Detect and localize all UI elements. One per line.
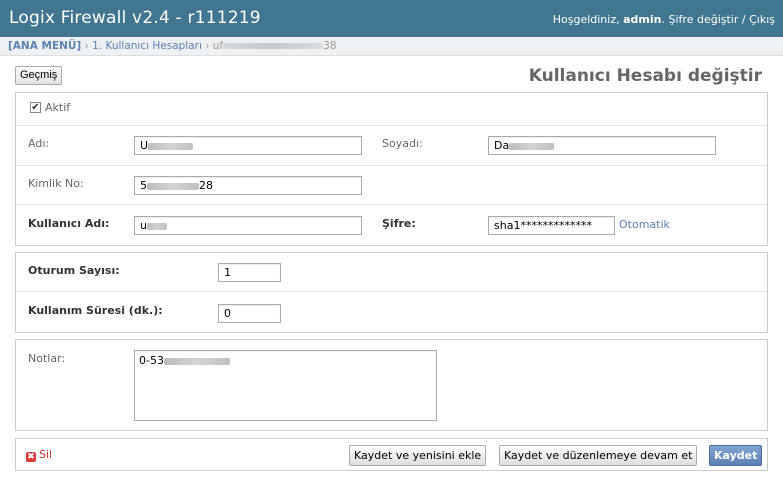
credentials-row: Kullanıcı Adı: u Şifre: sha1************…	[16, 205, 767, 246]
username-field[interactable]: u	[134, 216, 362, 235]
breadcrumb-current: uf 38	[212, 40, 337, 52]
last-name-field[interactable]: Da	[488, 136, 716, 155]
usage-time-field[interactable]: 0	[218, 304, 281, 323]
delete-icon: ✖	[26, 452, 36, 462]
logout-link[interactable]: Çıkış	[749, 13, 775, 26]
usage-time-label: Kullanım Süresi (dk.):	[28, 304, 163, 317]
save-and-add-another-button[interactable]: Kaydet ve yenisini ekle	[349, 445, 487, 466]
active-checkbox[interactable]: ✔	[30, 102, 41, 113]
session-fieldset: Oturum Sayısı: 1 Kullanım Süresi (dk.): …	[15, 252, 768, 333]
active-row: ✔ Aktif	[16, 93, 767, 126]
redacted-text	[509, 142, 555, 150]
change-password-link[interactable]: Şifre değiştir	[669, 13, 739, 26]
last-name-label: Soyadı:	[382, 137, 423, 150]
active-label: Aktif	[45, 101, 71, 114]
username-text: admin	[623, 13, 662, 26]
notes-fieldset: Notlar: 0-53	[15, 339, 768, 431]
separator: /	[741, 13, 746, 26]
header-bar: Logix Firewall v2.4 - r111219 Hoşgeldini…	[0, 0, 783, 37]
app-title: Logix Firewall v2.4 - r111219	[9, 8, 261, 28]
notes-label: Notlar:	[28, 352, 66, 365]
delete-label: Sil	[39, 448, 53, 461]
auto-password-link[interactable]: Otomatik	[619, 218, 670, 231]
redacted-text	[146, 222, 167, 230]
breadcrumb-home-link[interactable]: [ANA MENÜ]	[8, 40, 81, 52]
welcome-text: Hoşgeldiniz,	[552, 13, 620, 26]
session-count-row: Oturum Sayısı: 1	[16, 253, 767, 292]
password-label: Şifre:	[382, 217, 416, 230]
page-title: Kullanıcı Hesabı değiştir	[528, 66, 762, 86]
id-row: Kimlik No: 5 28	[16, 166, 767, 205]
breadcrumb: [ANA MENÜ] › 1. Kullanıcı Hesapları › uf…	[0, 37, 783, 56]
username-label: Kullanıcı Adı:	[28, 217, 110, 230]
history-button[interactable]: Geçmiş	[15, 66, 63, 85]
session-count-label: Oturum Sayısı:	[28, 264, 120, 277]
id-number-field[interactable]: 5 28	[134, 176, 362, 195]
session-count-field[interactable]: 1	[218, 263, 281, 282]
breadcrumb-section-link[interactable]: 1. Kullanıcı Hesapları	[92, 40, 202, 52]
notes-textarea[interactable]: 0-53	[134, 350, 437, 421]
first-name-field[interactable]: U	[134, 136, 362, 155]
password-field[interactable]: sha1*************	[488, 216, 615, 235]
account-fieldset: ✔ Aktif Adı: U Soyadı: Da Kimlik No: 5 28…	[15, 92, 768, 246]
first-name-label: Adı:	[28, 137, 50, 150]
submit-row: ✖ Sil Kaydet ve yenisini ekle Kaydet ve d…	[15, 438, 768, 471]
save-and-continue-button[interactable]: Kaydet ve düzenlemeye devam et	[499, 445, 698, 466]
breadcrumb-separator: ›	[205, 40, 210, 52]
breadcrumb-separator: ›	[84, 40, 89, 52]
user-tools: Hoşgeldiniz, admin. Şifre değiştir / Çık…	[553, 13, 775, 26]
save-button[interactable]: Kaydet	[709, 445, 763, 466]
redacted-text	[163, 357, 230, 365]
id-number-label: Kimlik No:	[28, 177, 84, 190]
name-row: Adı: U Soyadı: Da	[16, 126, 767, 166]
redacted-text	[223, 43, 324, 49]
separator: .	[661, 13, 666, 26]
usage-time-row: Kullanım Süresi (dk.): 0	[16, 292, 767, 333]
redacted-text	[147, 182, 199, 190]
delete-link[interactable]: ✖ Sil	[26, 448, 52, 462]
redacted-text	[148, 142, 194, 150]
